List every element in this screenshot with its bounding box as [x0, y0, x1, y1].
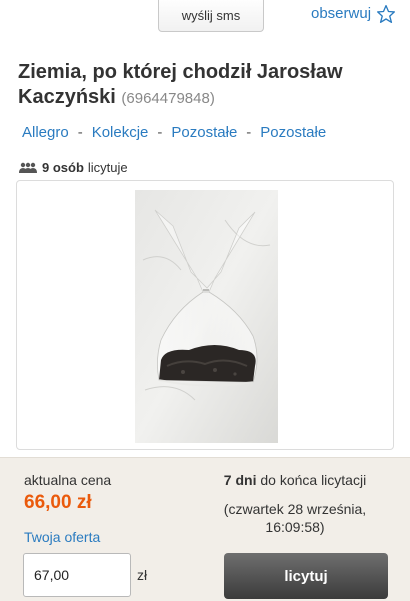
product-photo-frame[interactable]	[16, 180, 394, 450]
breadcrumb-separator: -	[246, 124, 252, 141]
end-date: (czwartek 28 września, 16:09:58)	[200, 500, 390, 536]
top-bar: wyślij sms obserwuj	[0, 0, 410, 50]
your-offer-label: Twoja oferta	[24, 529, 101, 545]
bid-button[interactable]: licytuj	[224, 553, 388, 599]
item-title: Ziemia, po której chodził Jarosław Kaczy…	[18, 60, 398, 111]
breadcrumb: Allegro - Kolekcje - Pozostałe - Pozostałe	[22, 124, 326, 141]
people-icon	[19, 162, 37, 173]
product-photo[interactable]	[135, 190, 278, 443]
offer-input[interactable]	[23, 553, 131, 597]
item-id: (6964479848)	[121, 90, 215, 107]
current-price-label: aktualna cena	[24, 472, 112, 488]
bidders-label: licytuje	[87, 160, 128, 175]
bidders-info: 9 osób licytuje	[18, 160, 128, 175]
days-left: 7 dni	[223, 472, 257, 488]
bidders-count: 9 osób	[42, 160, 84, 175]
breadcrumb-separator: -	[157, 124, 163, 141]
watch-link[interactable]: obserwuj	[311, 5, 371, 22]
currency-label: zł	[137, 567, 148, 583]
breadcrumb-kolekcje[interactable]: Kolekcje	[92, 124, 149, 141]
end-date-time: 16:09:58)	[265, 519, 325, 535]
breadcrumb-allegro[interactable]: Allegro	[22, 124, 69, 141]
time-left: 7 dni do końca licytacji	[200, 472, 390, 488]
breadcrumb-pozostale[interactable]: Pozostałe	[171, 124, 237, 141]
days-left-suffix: do końca licytacji	[260, 472, 367, 488]
breadcrumb-pozostale-2[interactable]: Pozostałe	[260, 124, 326, 141]
send-sms-button[interactable]: wyślij sms	[158, 0, 264, 32]
breadcrumb-separator: -	[77, 124, 83, 141]
current-price: 66,00 zł	[24, 492, 92, 513]
bid-panel: aktualna cena 66,00 zł Twoja oferta zł 7…	[0, 457, 410, 601]
star-icon[interactable]	[376, 4, 396, 24]
end-date-day: (czwartek 28 września,	[223, 501, 367, 517]
